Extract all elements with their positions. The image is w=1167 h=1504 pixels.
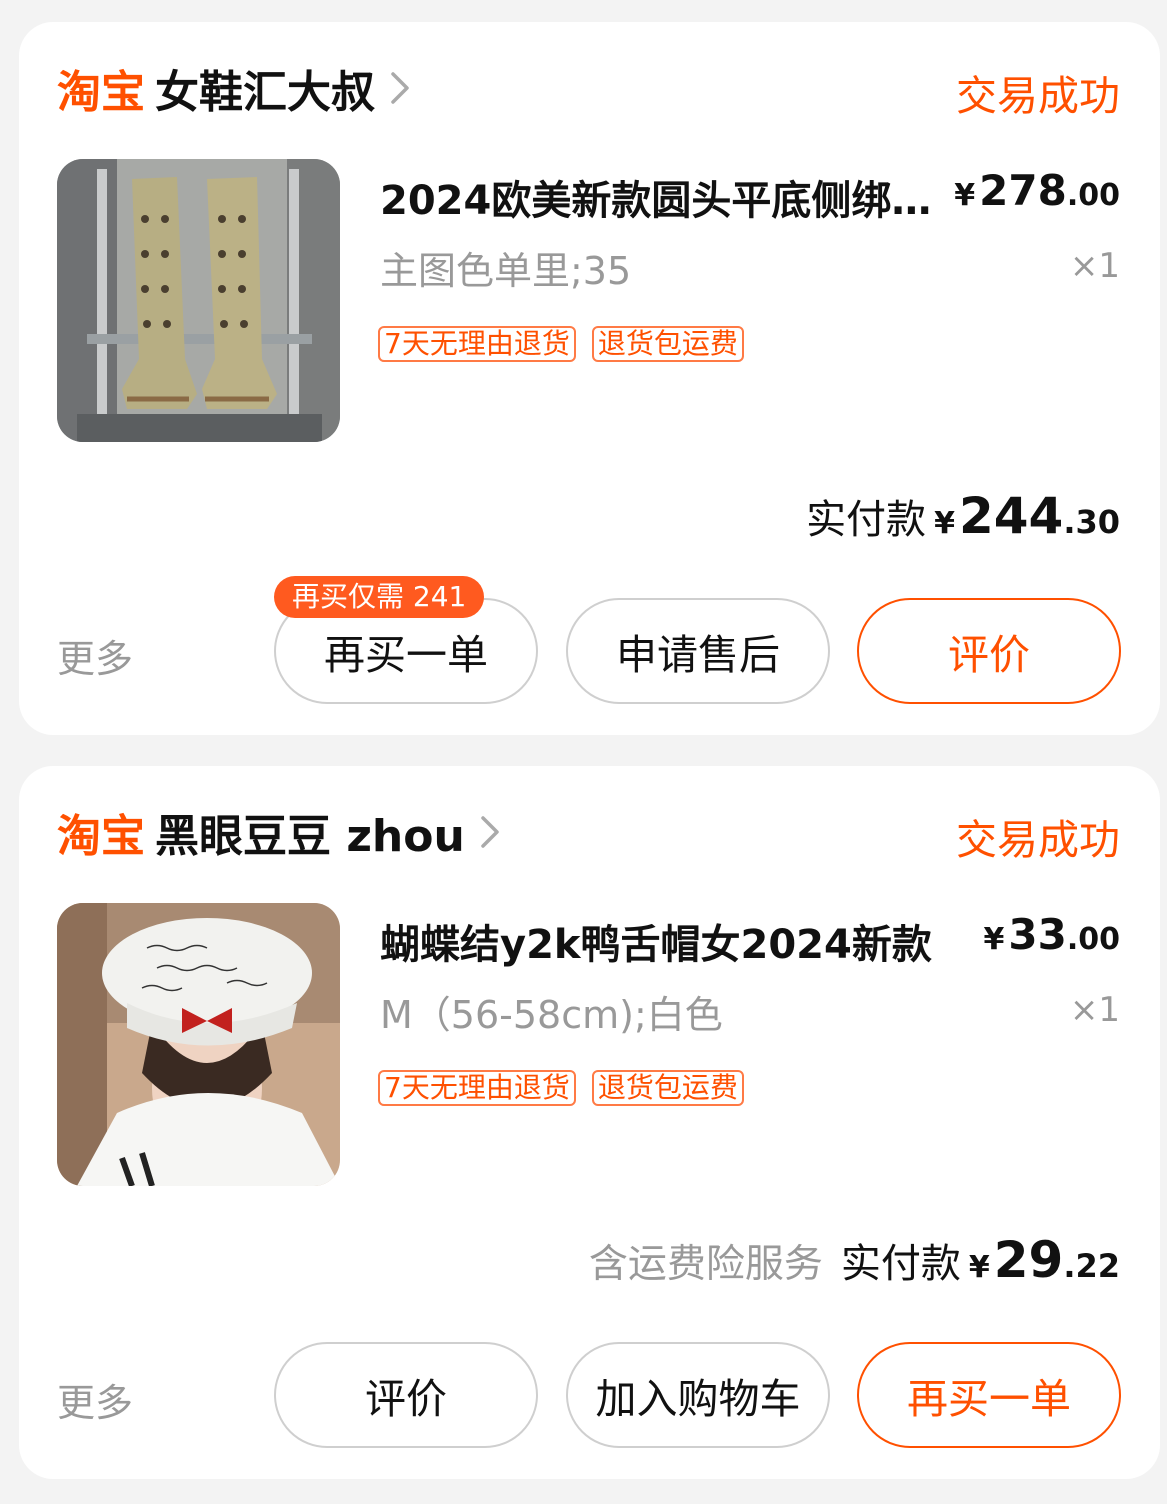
paid-decimal: .30 (1063, 503, 1120, 541)
product-spec: M（56-58cm);白色 (380, 993, 723, 1037)
product-quantity: ×1 (1069, 246, 1120, 286)
paid-amount: ¥29.22 (969, 1231, 1120, 1289)
order-status: 交易成功 (956, 72, 1120, 120)
paid-decimal: .22 (1063, 1247, 1120, 1285)
rebuy-button[interactable]: 再买一单 (857, 1342, 1121, 1448)
price-currency: ¥ (954, 178, 976, 213)
add-to-cart-button[interactable]: 加入购物车 (566, 1342, 830, 1448)
paid-amount-row: 含运费险服务 实付款 ¥29.22 (589, 1231, 1120, 1289)
paid-currency: ¥ (934, 506, 955, 541)
paid-label: 实付款 (806, 497, 927, 543)
more-link[interactable]: 更多 (57, 1372, 133, 1427)
product-price: ¥33.00 (984, 910, 1120, 959)
after-sales-button[interactable]: 申请售后 (566, 598, 830, 704)
product-title[interactable]: 蝴蝶结y2k鸭舌帽女2024新款 (380, 912, 940, 970)
paid-amount: ¥244.30 (934, 487, 1120, 545)
review-button[interactable]: 评价 (857, 598, 1121, 704)
product-title[interactable]: 2024欧美新款圆头平底侧绑带镂空骑士靴 (380, 168, 940, 226)
chevron-right-icon (391, 72, 409, 104)
tag-return-shipping: 退货包运费 (591, 1070, 744, 1106)
tag-7day-return: 7天无理由退货 (378, 1070, 576, 1106)
shop-name[interactable]: 女鞋汇大叔 (155, 56, 375, 120)
price-currency: ¥ (983, 922, 1005, 957)
product-quantity: ×1 (1069, 990, 1120, 1030)
order-card[interactable]: 淘宝 女鞋汇大叔 交易成功 2024欧美新款圆头平底侧绑带 ¥278.00 主图… (19, 22, 1160, 735)
chevron-right-icon (481, 816, 499, 848)
paid-integer: 244 (958, 487, 1064, 545)
tag-return-shipping: 退货包运费 (591, 326, 744, 362)
order-status: 交易成功 (956, 816, 1120, 864)
more-link[interactable]: 更多 (57, 628, 133, 683)
service-tags: 7天无理由退货 退货包运费 (378, 326, 760, 362)
product-image[interactable] (57, 903, 340, 1186)
rebuy-price-badge: 再买仅需 241 (274, 576, 485, 618)
price-integer: 33 (1008, 910, 1067, 959)
product-image[interactable] (57, 159, 340, 442)
taobao-logo: 淘宝 (57, 67, 145, 118)
paid-integer: 29 (993, 1231, 1064, 1289)
product-price: ¥278.00 (954, 166, 1120, 215)
review-button[interactable]: 评价 (274, 1342, 538, 1448)
shop-header[interactable]: 淘宝 黑眼豆豆 zhou (57, 802, 501, 862)
paid-label: 实付款 (840, 1241, 961, 1287)
boots-photo-icon (57, 159, 340, 442)
shop-name[interactable]: 黑眼豆豆 zhou (155, 800, 465, 864)
paid-currency: ¥ (968, 1250, 990, 1285)
price-decimal: .00 (1066, 178, 1120, 213)
price-decimal: .00 (1066, 922, 1120, 957)
hat-photo-icon (57, 903, 340, 1186)
order-card[interactable]: 淘宝 黑眼豆豆 zhou 交易成功 蝴蝶结y2k鸭舌帽女2024新款 ¥33.0… (19, 766, 1160, 1479)
taobao-logo: 淘宝 (57, 811, 145, 862)
tag-7day-return: 7天无理由退货 (378, 326, 576, 362)
paid-amount-row: 实付款 ¥244.30 (806, 487, 1120, 545)
product-spec: 主图色单里;35 (380, 249, 632, 293)
shipping-insurance-note: 含运费险服务 (588, 1242, 823, 1287)
price-integer: 278 (979, 166, 1067, 215)
service-tags: 7天无理由退货 退货包运费 (378, 1070, 760, 1106)
shop-header[interactable]: 淘宝 女鞋汇大叔 (57, 58, 411, 118)
